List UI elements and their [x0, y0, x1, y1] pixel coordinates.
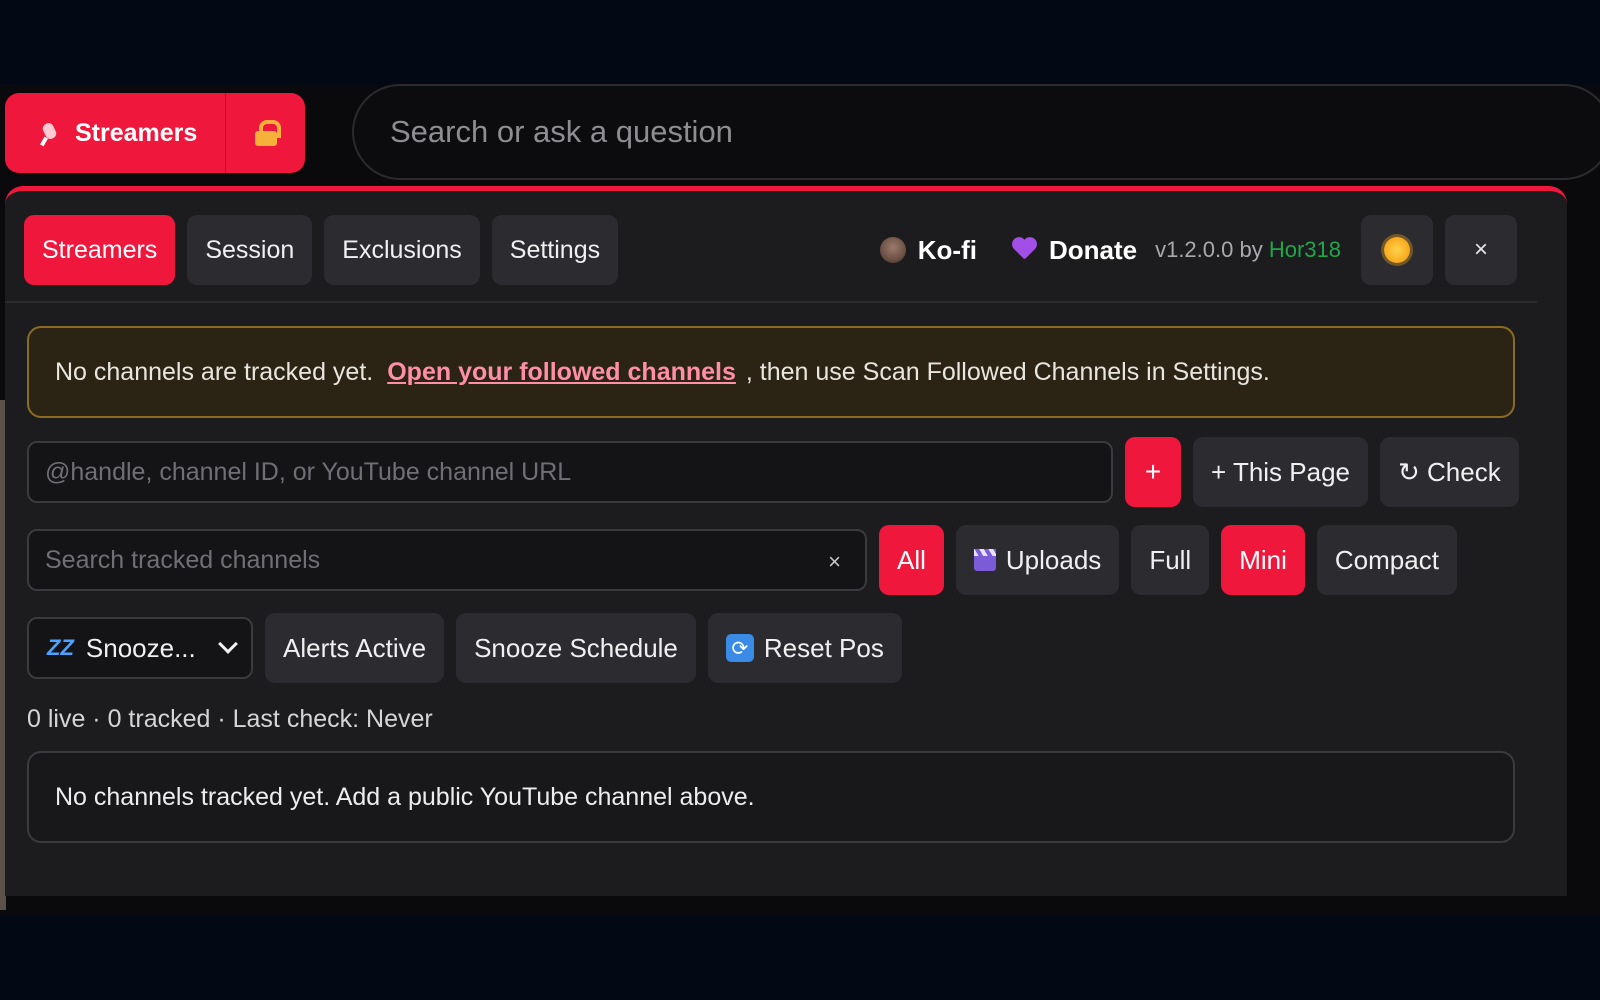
tracked-search-wrapper: × — [27, 529, 867, 591]
add-channel-button[interactable]: + — [1125, 437, 1181, 507]
filter-uploads-button[interactable]: Uploads — [955, 525, 1120, 595]
clear-search-icon[interactable]: × — [828, 549, 841, 575]
sync-icon: ⟳ — [725, 634, 754, 662]
donate-label: Donate — [1048, 234, 1138, 265]
view-mini-button[interactable]: Mini — [1221, 525, 1305, 595]
notice-text-after: , then use Scan Followed Channels in Set… — [745, 357, 1270, 386]
snooze-value: Snooze... — [85, 632, 196, 663]
search-input[interactable] — [390, 114, 1490, 150]
notice-text: No channels are tracked yet. — [55, 357, 374, 386]
empty-state: No channels tracked yet. Add a public Yo… — [27, 751, 1515, 843]
panel-tabs: Streamers Session Exclusions Settings — [24, 215, 619, 285]
coffee-cup-icon — [879, 237, 906, 263]
channel-input-wrapper — [27, 441, 1113, 503]
author-link[interactable]: Hor318 — [1269, 237, 1341, 262]
kofi-label: Ko-fi — [917, 234, 977, 265]
notice-banner: No channels are tracked yet. Open your f… — [27, 326, 1515, 418]
close-icon: × — [1473, 236, 1488, 263]
view-full-button[interactable]: Full — [1131, 525, 1210, 595]
header-divider — [5, 301, 1537, 303]
alerts-active-button[interactable]: Alerts Active — [265, 613, 445, 683]
tab-streamers[interactable]: Streamers — [24, 215, 176, 285]
microphone-icon — [39, 121, 63, 145]
tab-session[interactable]: Session — [187, 215, 313, 285]
purple-heart-icon — [1011, 238, 1037, 262]
tracked-search-input[interactable] — [45, 545, 849, 575]
add-this-page-button[interactable]: + This Page — [1193, 437, 1369, 507]
panel-header-actions: Ko-fi Donate v1.2.0.0 by Hor318 × — [879, 215, 1517, 285]
tab-settings[interactable]: Settings — [491, 215, 619, 285]
tab-exclusions[interactable]: Exclusions — [324, 215, 480, 285]
check-button[interactable]: ↻ Check — [1380, 437, 1519, 507]
followed-channels-link[interactable]: Open your followed channels — [387, 358, 736, 387]
lock-icon — [254, 120, 281, 146]
snooze-select[interactable]: ZZ Snooze... — [27, 617, 253, 679]
close-button[interactable]: × — [1445, 215, 1517, 285]
zzz-icon: ZZ — [47, 635, 74, 660]
uploads-label: Uploads — [1005, 544, 1102, 575]
empty-state-text: No channels tracked yet. Add a public Yo… — [55, 782, 755, 811]
reset-label: Reset Pos — [763, 632, 884, 663]
version-text: v1.2.0.0 by — [1155, 237, 1263, 262]
streamers-extension-button[interactable]: Streamers — [5, 93, 305, 173]
add-channel-row: + + This Page ↻ Check — [27, 437, 1519, 507]
streamers-toggle-label: Streamers — [75, 118, 198, 147]
theme-toggle-button[interactable] — [1361, 215, 1433, 285]
lock-button[interactable] — [226, 93, 305, 173]
view-compact-button[interactable]: Compact — [1316, 525, 1457, 595]
channel-input[interactable] — [45, 457, 1095, 487]
reset-position-button[interactable]: ⟳ Reset Pos — [707, 613, 902, 683]
search-bar[interactable] — [352, 84, 1600, 180]
status-line: 0 live · 0 tracked · Last check: Never — [27, 705, 433, 733]
filter-all-button[interactable]: All — [879, 525, 944, 595]
streamers-panel: Streamers Session Exclusions Settings Ko… — [5, 186, 1567, 896]
clapper-board-icon — [973, 549, 996, 571]
donate-link[interactable]: Donate — [1011, 235, 1137, 266]
snooze-schedule-button[interactable]: Snooze Schedule — [456, 613, 696, 683]
filter-row: × All Uploads Full Mini Compact — [27, 525, 1457, 595]
kofi-link[interactable]: Ko-fi — [879, 234, 977, 266]
chevron-down-icon — [218, 634, 238, 654]
streamers-toggle[interactable]: Streamers — [5, 93, 225, 173]
sun-icon — [1384, 237, 1410, 263]
version-info: v1.2.0.0 by Hor318 — [1155, 237, 1341, 263]
controls-row: ZZ Snooze... Alerts Active Snooze Schedu… — [27, 613, 902, 683]
